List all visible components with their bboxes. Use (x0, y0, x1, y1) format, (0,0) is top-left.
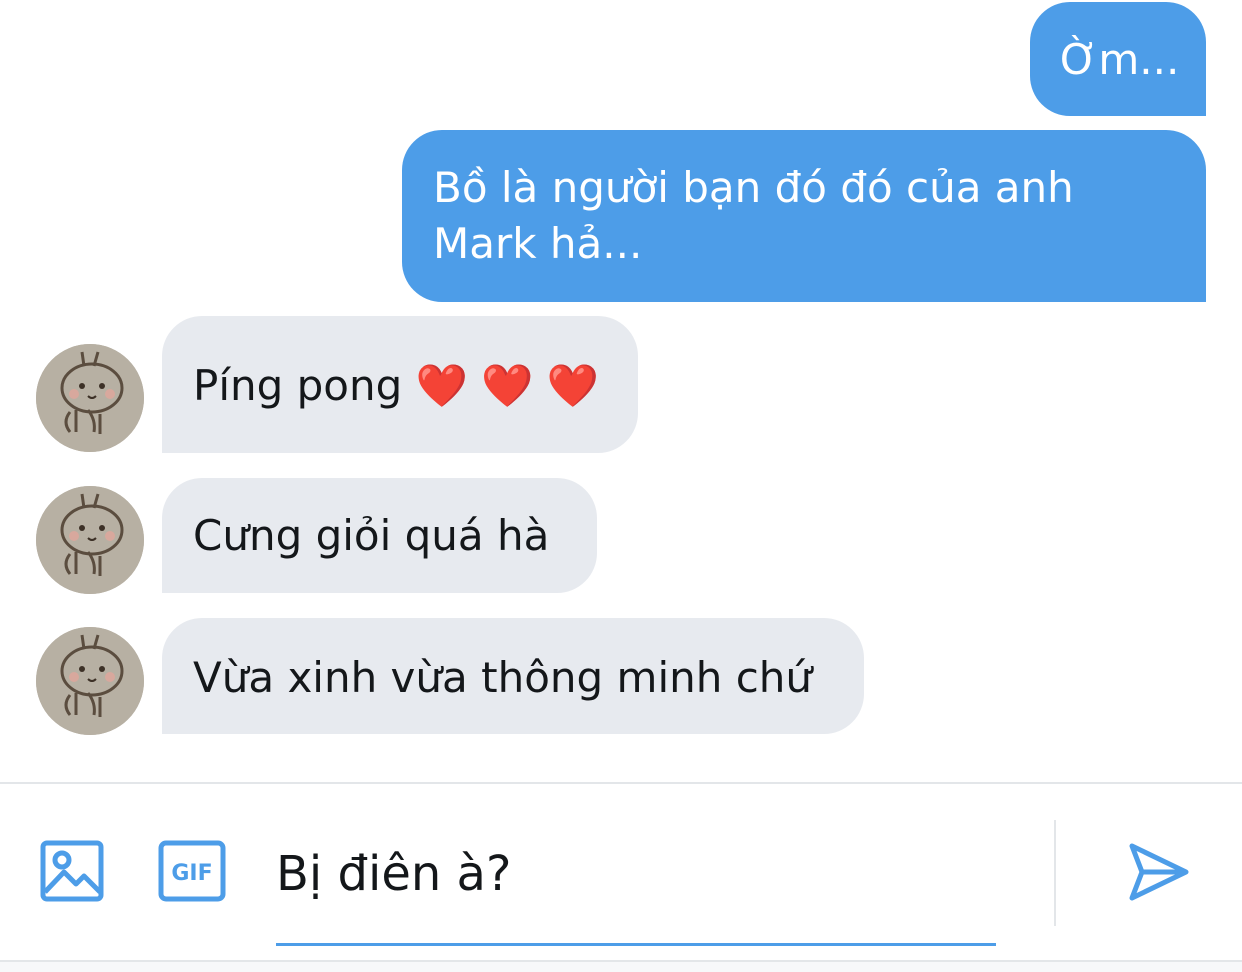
incoming-message[interactable]: Vừa xinh vừa thông minh chứ (162, 618, 864, 734)
incoming-message[interactable]: Cưng giỏi quá hà (162, 478, 597, 593)
contact-avatar[interactable] (36, 627, 144, 735)
message-input[interactable]: Bị điên à? (276, 834, 996, 946)
divider (1054, 820, 1056, 926)
conversation-view: Ờm... Bồ là người bạn đó đó của anh Mark… (0, 0, 1242, 782)
gif-icon[interactable]: GIF (158, 840, 226, 904)
outgoing-message[interactable]: Ờm... (1030, 2, 1206, 116)
incoming-message[interactable]: Píng pong ❤️ ❤️ ❤️ (162, 316, 638, 453)
send-icon[interactable] (1126, 840, 1190, 904)
message-composer: GIF Bị điên à? (0, 782, 1242, 972)
gif-label: GIF (171, 861, 212, 886)
bottom-strip (0, 960, 1242, 972)
outgoing-message[interactable]: Bồ là người bạn đó đó của anh Mark hả... (402, 130, 1206, 302)
contact-avatar[interactable] (36, 344, 144, 452)
message-input-text[interactable]: Bị điên à? (276, 844, 511, 904)
image-icon[interactable] (40, 840, 104, 904)
contact-avatar[interactable] (36, 486, 144, 594)
